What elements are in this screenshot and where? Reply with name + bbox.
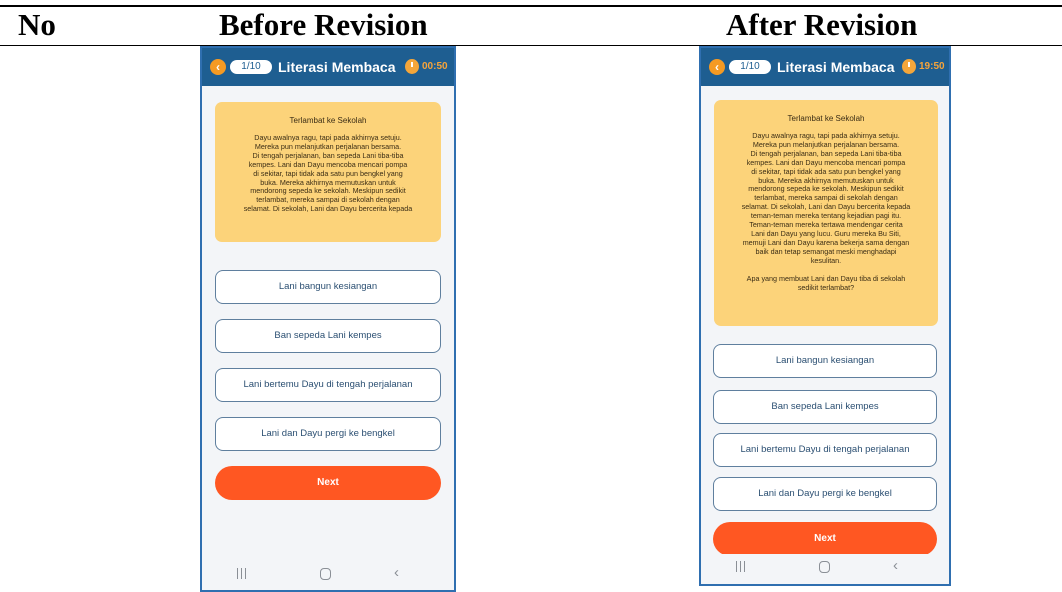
question-counter: 1/10 — [729, 60, 771, 74]
answer-option-1[interactable]: Lani bangun kesiangan — [713, 344, 937, 378]
after-screenshot: ‹ 1/10 Literasi Membaca 19:50 Terlambat … — [699, 46, 951, 586]
recents-icon[interactable] — [236, 568, 248, 580]
app-bar: ‹ 1/10 Literasi Membaca 19:50 — [701, 48, 949, 86]
story-card: Terlambat ke Sekolah Dayu awalnya ragu, … — [714, 100, 938, 326]
app-title: Literasi Membaca — [278, 59, 396, 75]
chevron-left-icon[interactable]: ‹ — [210, 59, 226, 75]
recents-icon[interactable] — [735, 561, 747, 573]
answer-option-3[interactable]: Lani bertemu Dayu di tengah perjalanan — [713, 433, 937, 467]
app-title: Literasi Membaca — [777, 59, 895, 75]
home-icon[interactable] — [819, 561, 830, 573]
app-bar: ‹ 1/10 Literasi Membaca 00:50 — [202, 48, 454, 86]
android-nav-bar: ‹ — [202, 561, 454, 590]
stopwatch-icon — [405, 59, 419, 74]
story-title: Terlambat ke Sekolah — [289, 116, 367, 125]
column-header-no: No — [18, 7, 56, 42]
android-nav-bar: ‹ — [701, 554, 949, 584]
answer-option-4[interactable]: Lani dan Dayu pergi ke bengkel — [215, 417, 441, 451]
question-counter: 1/10 — [230, 60, 272, 74]
story-card: Terlambat ke Sekolah Dayu awalnya ragu, … — [215, 102, 441, 242]
back-icon[interactable]: ‹ — [394, 565, 399, 581]
answer-option-4[interactable]: Lani dan Dayu pergi ke bengkel — [713, 477, 937, 511]
chevron-left-icon[interactable]: ‹ — [709, 59, 725, 75]
next-button[interactable]: Next — [215, 466, 441, 500]
story-text: Dayu awalnya ragu, tapi pada akhirnya se… — [741, 131, 911, 265]
timer-text: 00:50 — [422, 61, 448, 72]
story-text: Dayu awalnya ragu, tapi pada akhirnya se… — [243, 133, 413, 214]
story-title: Terlambat ke Sekolah — [787, 114, 865, 123]
back-icon[interactable]: ‹ — [893, 558, 898, 574]
column-header-before: Before Revision — [219, 7, 428, 42]
answer-option-3[interactable]: Lani bertemu Dayu di tengah perjalanan — [215, 368, 441, 402]
answer-option-2[interactable]: Ban sepeda Lani kempes — [215, 319, 441, 353]
next-button[interactable]: Next — [713, 522, 937, 556]
home-icon[interactable] — [320, 568, 331, 580]
story-question: Apa yang membuat Lani dan Dayu tiba di s… — [746, 273, 906, 292]
stopwatch-icon — [902, 59, 916, 74]
timer-text: 19:50 — [919, 61, 945, 72]
before-screenshot: ‹ 1/10 Literasi Membaca 00:50 Terlambat … — [200, 46, 456, 592]
column-header-after: After Revision — [726, 7, 918, 42]
answer-option-2[interactable]: Ban sepeda Lani kempes — [713, 390, 937, 424]
answer-option-1[interactable]: Lani bangun kesiangan — [215, 270, 441, 304]
